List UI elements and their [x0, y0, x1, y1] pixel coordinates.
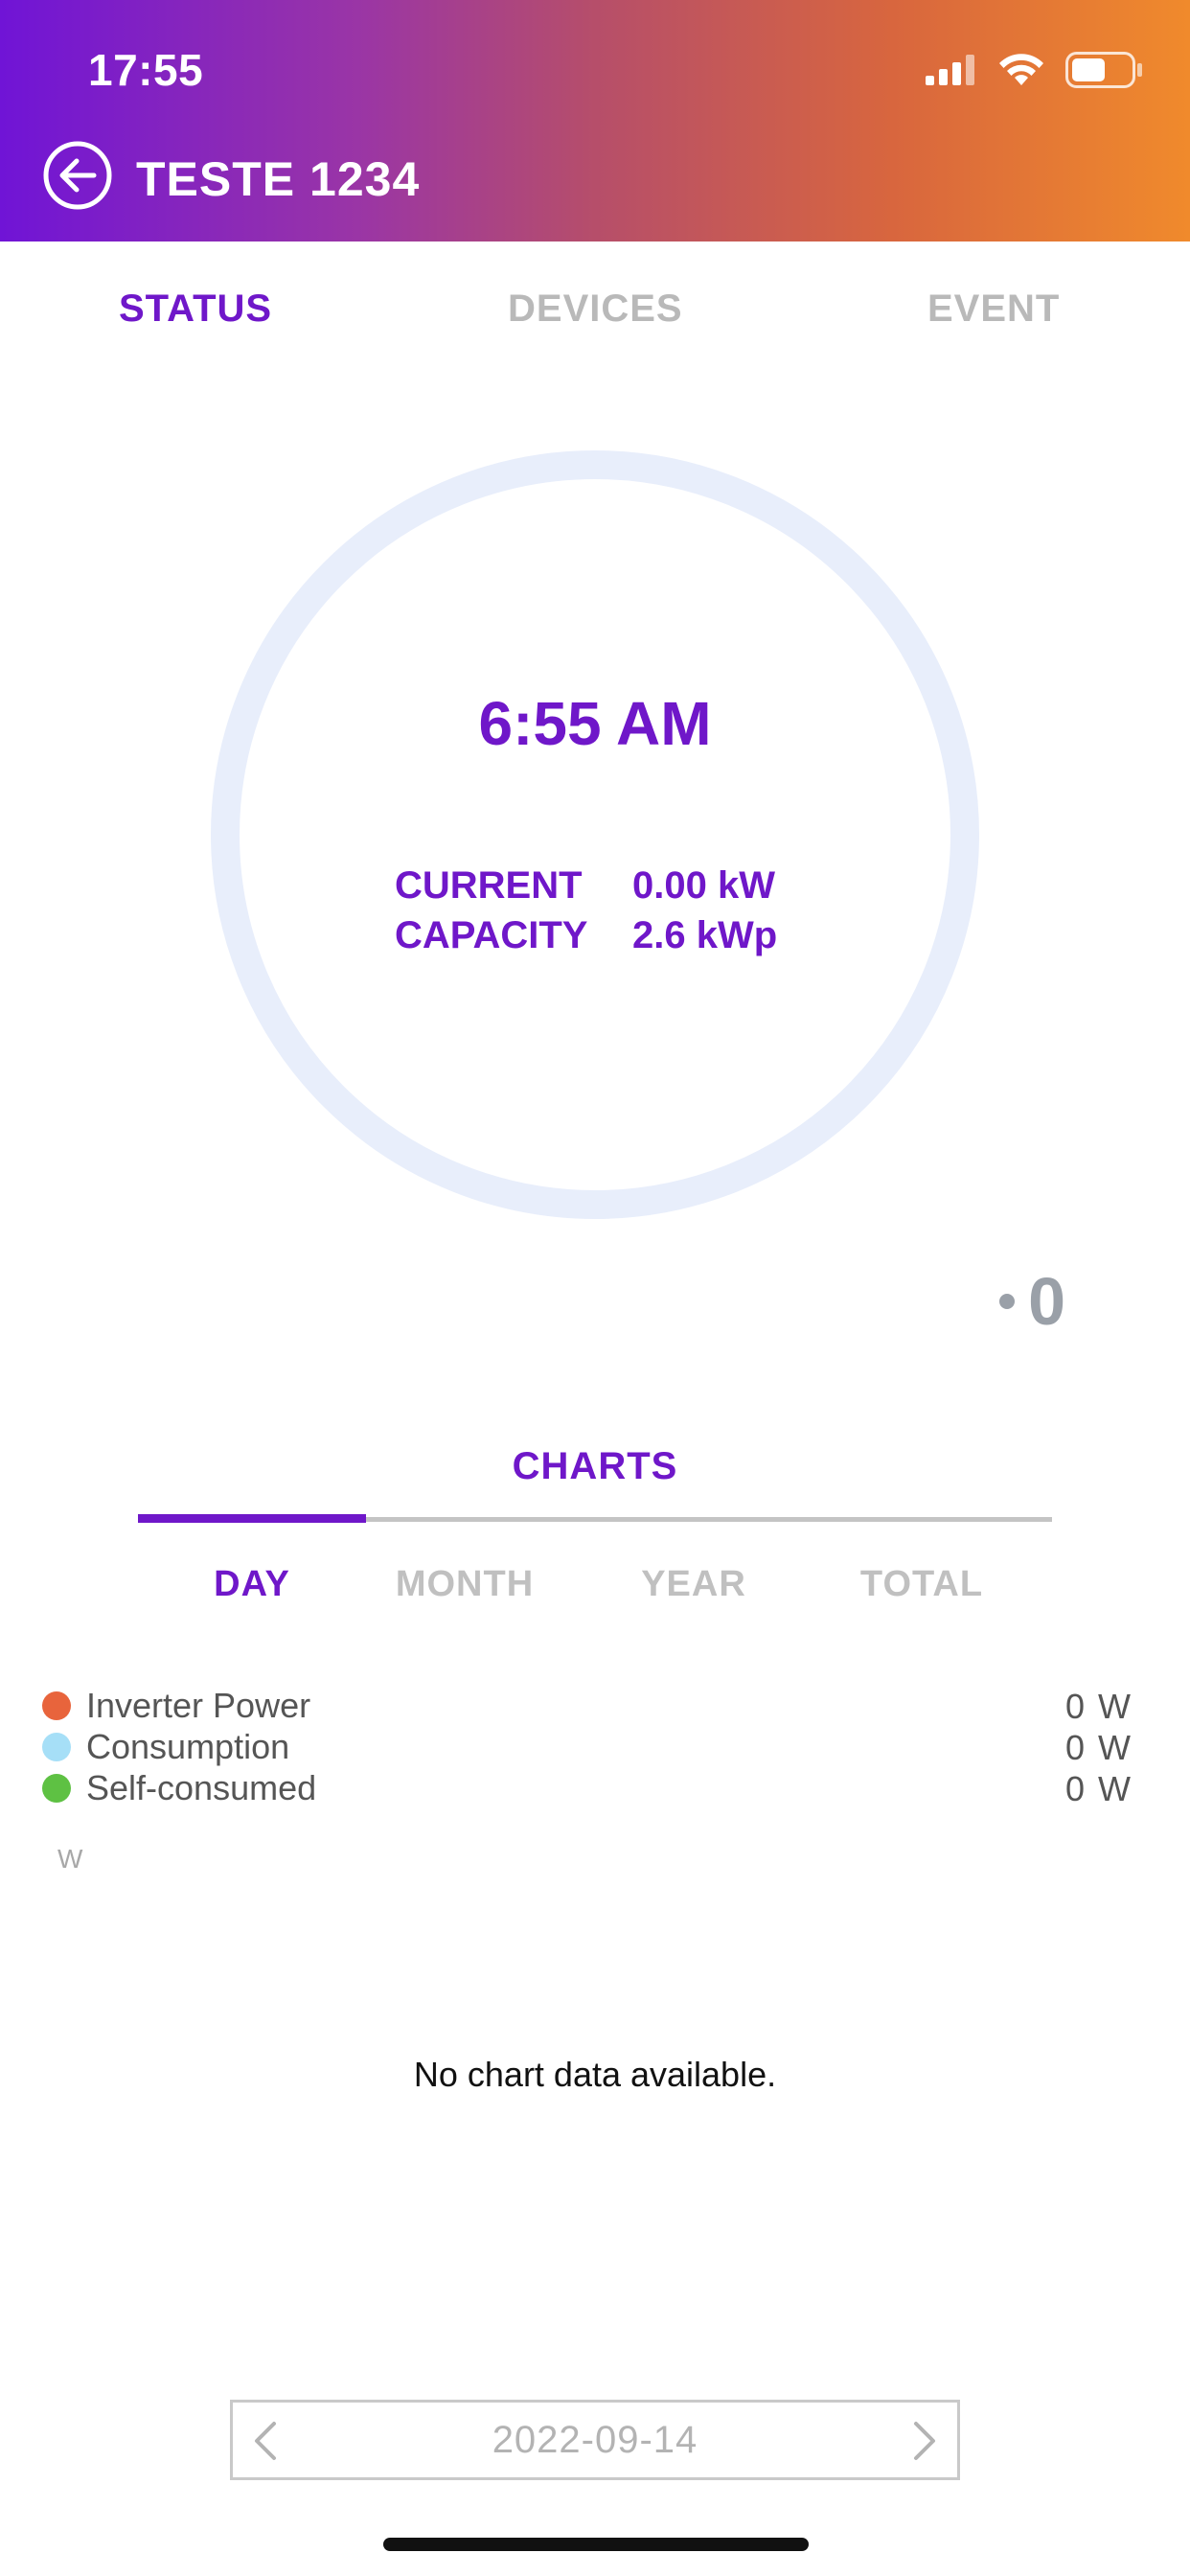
- legend-item[interactable]: Inverter Power 0W: [42, 1685, 1131, 1726]
- counter-badge: 0: [999, 1263, 1065, 1340]
- status-icons: [926, 50, 1144, 94]
- date-value[interactable]: 2022-09-14: [492, 2419, 698, 2462]
- period-tab-total[interactable]: TOTAL: [808, 1564, 1036, 1605]
- counter-value: 0: [1028, 1264, 1065, 1339]
- back-button[interactable]: [42, 140, 113, 216]
- back-arrow-circle-icon: [42, 140, 113, 216]
- period-tab-month[interactable]: MONTH: [351, 1564, 579, 1605]
- legend-name: Self-consumed: [86, 1767, 317, 1807]
- tab-status[interactable]: STATUS: [119, 288, 272, 331]
- legend-item[interactable]: Self-consumed 0W: [42, 1767, 1131, 1808]
- legend-dot-icon: [42, 1732, 71, 1761]
- current-row: CURRENT 0.00 kW: [395, 861, 777, 910]
- chart-legend: Inverter Power 0W Consumption 0W Self-co…: [42, 1685, 1131, 1808]
- page-title: TESTE 1234: [136, 152, 421, 206]
- nav-bar: TESTE 1234: [0, 134, 1190, 220]
- charts-title: CHARTS: [512, 1445, 678, 1487]
- legend-value: 0W: [1064, 1687, 1131, 1726]
- legend-item[interactable]: Consumption 0W: [42, 1726, 1131, 1767]
- status-time-readout: 6:55 AM: [478, 689, 712, 758]
- status-ring: [211, 450, 979, 1219]
- date-picker[interactable]: 2022-09-14: [230, 2400, 960, 2480]
- chevron-left-icon[interactable]: [244, 2420, 286, 2462]
- top-tab-bar: STATUS DEVICES EVENT: [0, 242, 1190, 385]
- signal-icon: [926, 54, 977, 90]
- period-tab-day[interactable]: DAY: [138, 1564, 366, 1605]
- legend-dot-icon: [42, 1690, 71, 1720]
- home-indicator[interactable]: [383, 2538, 809, 2551]
- legend-name: Consumption: [86, 1726, 290, 1766]
- dot-icon: [999, 1294, 1016, 1309]
- wifi-icon: [998, 53, 1044, 92]
- chart-axis-unit: W: [57, 1844, 83, 1874]
- battery-icon: [1065, 51, 1144, 93]
- capacity-label: CAPACITY: [395, 914, 588, 956]
- tab-event[interactable]: EVENT: [927, 288, 1060, 331]
- period-tab-indicator: [138, 1514, 366, 1523]
- status-time: 17:55: [88, 45, 204, 95]
- capacity-row: CAPACITY 2.6 kWp: [395, 910, 777, 960]
- capacity-value: 2.6 kWp: [632, 914, 778, 956]
- status-bar: 17:55: [0, 0, 1190, 144]
- legend-value: 0W: [1064, 1728, 1131, 1767]
- period-tab-year[interactable]: YEAR: [580, 1564, 808, 1605]
- tab-devices[interactable]: DEVICES: [508, 288, 683, 331]
- chevron-right-icon[interactable]: [904, 2420, 946, 2462]
- legend-name: Inverter Power: [86, 1685, 311, 1725]
- chart-empty-message: No chart data available.: [413, 2055, 777, 2094]
- app-header: 17:55 TESTE 1234: [0, 0, 1190, 242]
- status-info: CURRENT 0.00 kW CAPACITY 2.6 kWp: [395, 861, 777, 960]
- current-value: 0.00 kW: [632, 864, 775, 907]
- legend-value: 0W: [1064, 1769, 1131, 1808]
- legend-dot-icon: [42, 1773, 71, 1803]
- current-label: CURRENT: [395, 864, 583, 907]
